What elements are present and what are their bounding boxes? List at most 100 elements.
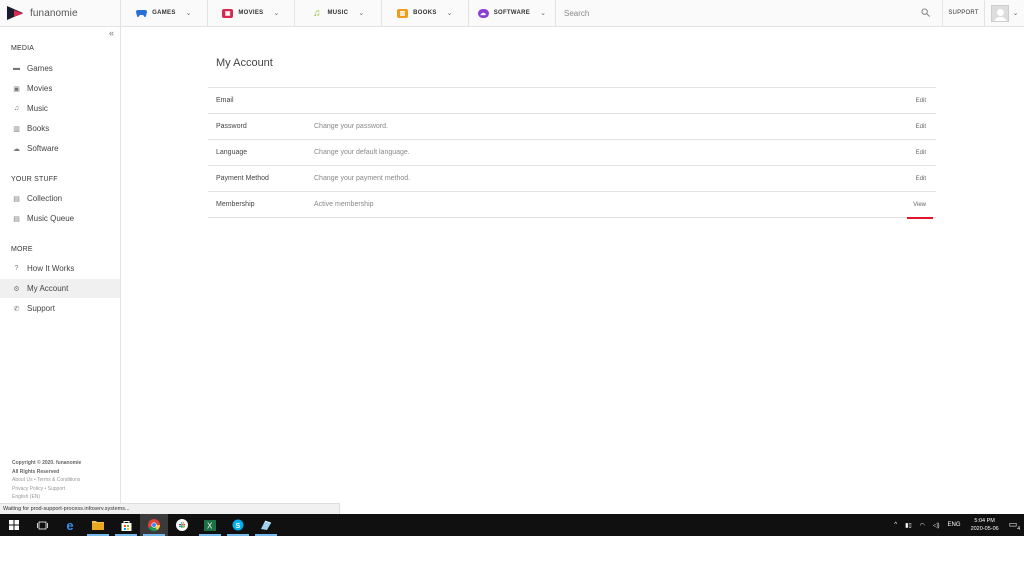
sidebar-item-collection[interactable]: ▤ Collection bbox=[0, 189, 120, 208]
slack-icon bbox=[176, 519, 188, 531]
chevron-down-icon: ⌄ bbox=[185, 10, 192, 17]
store-bag-icon bbox=[121, 520, 131, 531]
row-description: Change your password. bbox=[314, 123, 388, 130]
music-note-icon: ♫ bbox=[313, 7, 321, 19]
skype-icon: S bbox=[232, 519, 244, 531]
sidebar-item-music-queue[interactable]: ▤ Music Queue bbox=[0, 209, 120, 228]
collapse-sidebar-icon[interactable]: « bbox=[109, 28, 114, 38]
sidebar-item-label: Books bbox=[27, 124, 50, 133]
notification-center-icon[interactable]: ▭4 bbox=[1009, 519, 1020, 532]
rights-text: All Rights Reserved bbox=[12, 468, 60, 475]
gear-icon: ⚙ bbox=[13, 285, 20, 293]
sidebar-item-label: Support bbox=[27, 304, 56, 313]
clock-date: 2020-05-06 bbox=[970, 526, 999, 532]
windows-start-button[interactable] bbox=[0, 514, 28, 536]
sidebar-item-how-it-works[interactable]: ? How It Works bbox=[0, 259, 120, 278]
taskbar-app-notepad[interactable] bbox=[252, 514, 280, 536]
language-link[interactable]: English (EN) bbox=[12, 493, 81, 502]
table-row: Email Edit bbox=[208, 88, 936, 114]
taskbar-app-slack[interactable] bbox=[168, 514, 196, 536]
row-description: Change your default language. bbox=[314, 149, 410, 156]
nav-tab-movies[interactable]: ▣ MOVIES ⌄ bbox=[208, 0, 295, 26]
svg-text:S: S bbox=[235, 521, 240, 530]
wifi-icon[interactable]: ◠ bbox=[920, 522, 925, 529]
sidebar-item-software[interactable]: ☁ Software bbox=[0, 139, 120, 158]
book-icon: ▥ bbox=[397, 8, 409, 18]
support-link[interactable]: SUPPORT bbox=[943, 0, 985, 26]
sidebar-item-games[interactable]: ▬ Games bbox=[0, 59, 120, 78]
table-row: Password Change your password. Edit bbox=[208, 114, 936, 140]
table-row: Language Change your default language. E… bbox=[208, 140, 936, 166]
search-input[interactable]: Search bbox=[556, 0, 943, 26]
nav-tab-books[interactable]: ▥ BOOKS ⌄ bbox=[382, 0, 469, 26]
footer-links[interactable]: About Us • Terms & Conditions bbox=[12, 476, 81, 485]
book-icon: ▥ bbox=[13, 125, 20, 133]
view-membership-link[interactable]: View bbox=[906, 202, 936, 208]
phone-icon: ✆ bbox=[13, 305, 20, 313]
top-navbar: funanomie GAMES ⌄ ▣ MOVIES ⌄ ♫ MUSIC ⌄ ▥… bbox=[0, 0, 1024, 27]
edit-language-link[interactable]: Edit bbox=[906, 150, 936, 156]
logo-mark-icon bbox=[7, 6, 25, 20]
nav-tab-label: BOOKS bbox=[413, 10, 437, 16]
clock-time: 5:04 PM bbox=[974, 518, 995, 524]
taskbar-app-edge[interactable]: e bbox=[56, 514, 84, 536]
sidebar-item-music[interactable]: ♫ Music bbox=[0, 99, 120, 118]
logo-text: funanomie bbox=[30, 7, 78, 19]
list-icon: ▤ bbox=[13, 195, 20, 203]
sidebar-item-label: Games bbox=[27, 64, 53, 73]
row-description: Active membership bbox=[314, 201, 374, 208]
chevron-down-icon: ⌄ bbox=[358, 10, 365, 17]
chevron-down-icon: ⌄ bbox=[1012, 10, 1019, 17]
nav-tab-label: MOVIES bbox=[238, 10, 264, 16]
nav-tab-music[interactable]: ♫ MUSIC ⌄ bbox=[295, 0, 382, 26]
pen-notepad-icon bbox=[261, 520, 272, 530]
sidebar-item-movies[interactable]: ▣ Movies bbox=[0, 79, 120, 98]
windows-logo-icon bbox=[9, 520, 19, 530]
chevron-down-icon: ⌄ bbox=[273, 10, 280, 17]
task-view-icon bbox=[36, 521, 48, 529]
sidebar-item-support[interactable]: ✆ Support bbox=[0, 299, 120, 318]
language-indicator[interactable]: ENG bbox=[948, 522, 961, 528]
taskbar-app-chrome[interactable] bbox=[140, 514, 168, 536]
sidebar-heading-media: MEDIA bbox=[11, 45, 35, 52]
logo[interactable]: funanomie bbox=[0, 0, 121, 26]
sidebar-item-books[interactable]: ▥ Books bbox=[0, 119, 120, 138]
main-content: My Account Email Edit Password Change yo… bbox=[121, 27, 1024, 503]
user-menu[interactable]: ⌄ bbox=[985, 0, 1024, 26]
clock[interactable]: 5:04 PM 2020-05-06 bbox=[971, 517, 999, 533]
taskbar-app-skype[interactable]: S bbox=[224, 514, 252, 536]
windows-taskbar: e X S ^ ▮▯ ◠ ◁) ENG 5:04 PM 2020-05-06 ▭… bbox=[0, 514, 1024, 536]
nav-tab-games[interactable]: GAMES ⌄ bbox=[121, 0, 208, 26]
taskbar-app-store[interactable] bbox=[112, 514, 140, 536]
taskbar-app-file-explorer[interactable] bbox=[84, 514, 112, 536]
gamepad-icon bbox=[136, 9, 148, 18]
edit-password-link[interactable]: Edit bbox=[906, 124, 936, 130]
row-label: Language bbox=[216, 149, 248, 156]
search-placeholder: Search bbox=[564, 8, 590, 18]
search-icon[interactable] bbox=[921, 8, 930, 17]
nav-tab-software[interactable]: ☁ SOFTWARE ⌄ bbox=[469, 0, 556, 26]
nav-tab-label: SOFTWARE bbox=[493, 10, 531, 16]
account-settings-table: Email Edit Password Change your password… bbox=[208, 87, 936, 219]
music-note-icon: ♫ bbox=[13, 105, 20, 112]
task-view-button[interactable] bbox=[28, 514, 56, 536]
edit-payment-method-link[interactable]: Edit bbox=[906, 176, 936, 182]
volume-icon[interactable]: ◁) bbox=[933, 522, 940, 529]
sidebar-item-label: Software bbox=[27, 144, 59, 153]
sidebar-item-my-account[interactable]: ⚙ My Account bbox=[0, 279, 120, 298]
row-label: Membership bbox=[216, 201, 255, 208]
footer-links[interactable]: Privacy Policy • Support bbox=[12, 485, 81, 494]
browser-status-bar: Waiting for prod-support-process.infoser… bbox=[0, 503, 340, 514]
film-icon: ▣ bbox=[13, 85, 20, 93]
help-circle-icon: ? bbox=[14, 265, 19, 272]
page-background bbox=[0, 536, 1024, 576]
chevron-up-icon[interactable]: ^ bbox=[894, 522, 897, 528]
edit-email-link[interactable]: Edit bbox=[906, 98, 936, 104]
sidebar: « MEDIA ▬ Games ▣ Movies ♫ Music ▥ Books ☁ So… bbox=[0, 27, 121, 503]
notification-count: 4 bbox=[1017, 525, 1020, 532]
sidebar-item-label: Movies bbox=[27, 84, 53, 93]
highlight-underline bbox=[907, 217, 933, 219]
taskbar-app-excel[interactable]: X bbox=[196, 514, 224, 536]
sidebar-footer: Copyright © 2020. funanomie All Rights R… bbox=[12, 459, 81, 502]
battery-icon[interactable]: ▮▯ bbox=[905, 522, 912, 529]
